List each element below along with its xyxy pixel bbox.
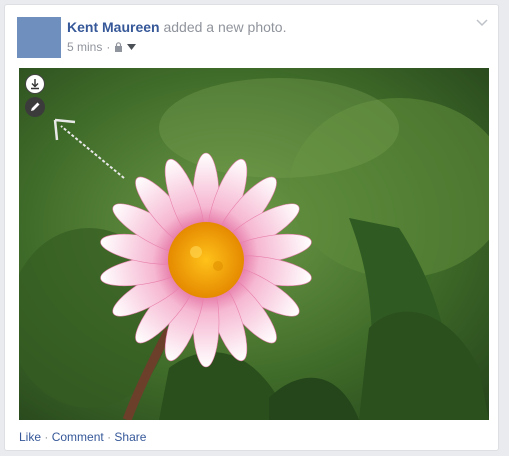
post-meta: 5 mins · — [67, 40, 137, 54]
post-header: Kent Maureen added a new photo. — [67, 19, 286, 36]
post-action-text: added a new photo. — [163, 19, 287, 35]
download-button[interactable] — [25, 74, 45, 94]
post-actions: Like · Comment · Share — [19, 429, 146, 445]
avatar[interactable] — [17, 17, 61, 58]
post-card: Kent Maureen added a new photo. 5 mins · — [4, 4, 499, 451]
pencil-icon — [31, 102, 40, 111]
chevron-down-icon[interactable] — [476, 19, 488, 27]
post-timestamp[interactable]: 5 mins — [67, 40, 102, 54]
meta-separator: · — [106, 40, 111, 54]
action-separator: · — [44, 430, 49, 444]
caret-down-icon[interactable] — [127, 44, 137, 50]
author-name[interactable]: Kent Maureen — [67, 19, 160, 35]
flower-image — [19, 68, 489, 420]
edit-photo-button[interactable] — [25, 97, 45, 117]
share-link[interactable]: Share — [114, 430, 146, 444]
comment-link[interactable]: Comment — [52, 430, 104, 444]
download-icon — [31, 79, 39, 90]
lock-icon — [115, 42, 123, 52]
like-link[interactable]: Like — [19, 430, 41, 444]
post-photo[interactable] — [19, 68, 489, 420]
action-separator: · — [107, 430, 112, 444]
